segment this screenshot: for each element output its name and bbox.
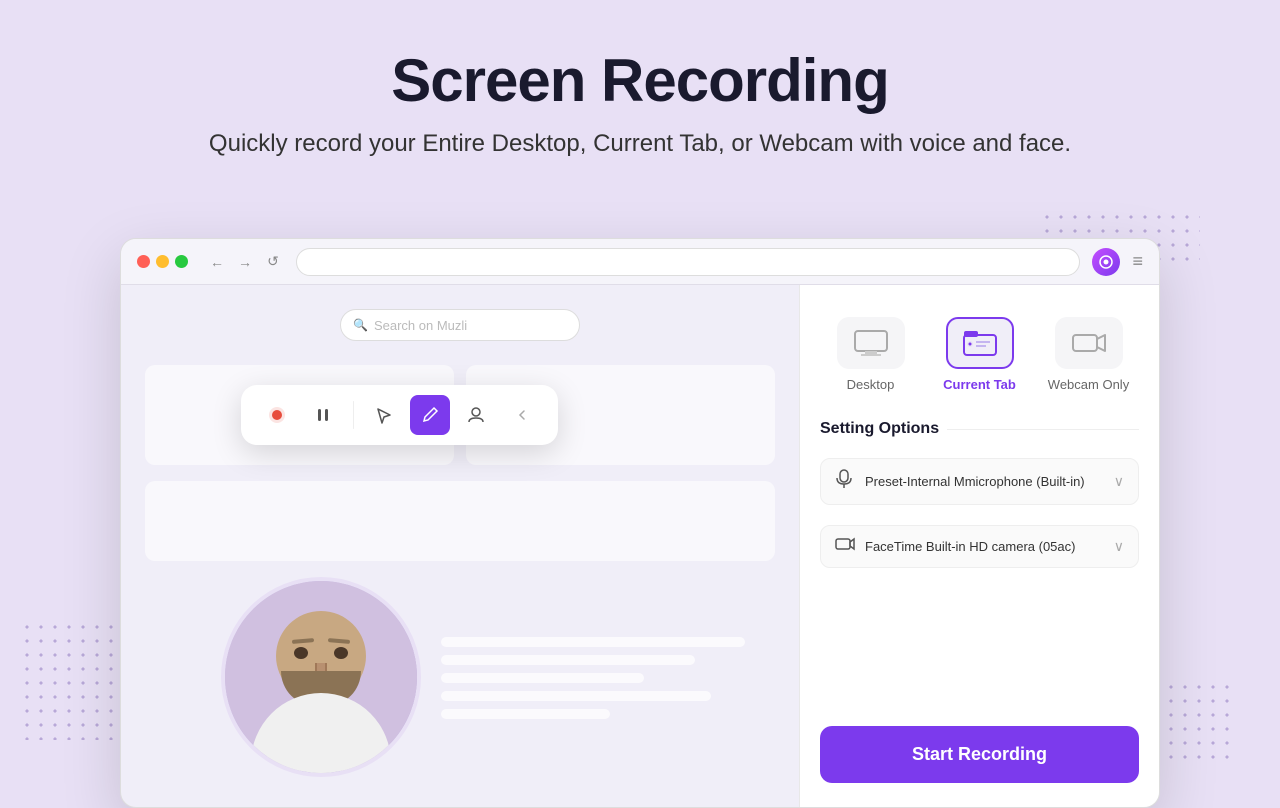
- camera-label: FaceTime Built-in HD camera (05ac): [865, 539, 1104, 554]
- current-tab-icon-wrap: [946, 317, 1014, 369]
- line-2: [441, 655, 695, 665]
- back-button[interactable]: ←: [206, 251, 228, 273]
- content-lines: [441, 637, 779, 727]
- dots-decoration-right: [1150, 680, 1230, 760]
- camera-setting[interactable]: FaceTime Built-in HD camera (05ac) ∨: [820, 525, 1139, 568]
- person-avatar: [225, 581, 417, 773]
- webcam-icon-wrap: [1055, 317, 1123, 369]
- page-subtitle: Quickly record your Entire Desktop, Curr…: [100, 126, 1180, 162]
- menu-button[interactable]: ≡: [1132, 251, 1143, 272]
- microphone-icon: [835, 469, 855, 494]
- current-tab-label: Current Tab: [943, 377, 1016, 392]
- settings-title-text: Setting Options: [820, 420, 939, 438]
- traffic-lights: [137, 255, 188, 268]
- pen-tool-button[interactable]: [410, 395, 450, 435]
- line-4: [441, 691, 711, 701]
- settings-divider: [947, 429, 1139, 430]
- webcam-only-label: Webcam Only: [1048, 377, 1129, 392]
- page-title: Screen Recording: [100, 48, 1180, 114]
- toolbar-collapse-button[interactable]: [502, 395, 542, 435]
- browser-content: 🔍 Search on Muzli: [121, 285, 1159, 807]
- record-button[interactable]: [257, 395, 297, 435]
- content-block-wide: [145, 481, 775, 561]
- webcam-icon: [1071, 329, 1107, 357]
- start-recording-button[interactable]: Start Recording: [820, 726, 1139, 783]
- forward-button[interactable]: →: [234, 251, 256, 273]
- close-button[interactable]: [137, 255, 150, 268]
- header-section: Screen Recording Quickly record your Ent…: [0, 0, 1280, 192]
- settings-section: Setting Options: [820, 420, 1139, 438]
- search-placeholder: Search on Muzli: [374, 318, 467, 333]
- mode-desktop[interactable]: Desktop: [820, 309, 921, 400]
- person-body: [251, 693, 391, 773]
- camera-chevron-icon: ∨: [1114, 538, 1124, 555]
- microphone-label: Preset-Internal Mmicrophone (Built-in): [865, 474, 1104, 489]
- mode-selector: Desktop Current Tab: [820, 309, 1139, 400]
- line-5: [441, 709, 610, 719]
- desktop-icon-wrap: [837, 317, 905, 369]
- maximize-button[interactable]: [175, 255, 188, 268]
- nav-buttons: ← → ↺: [206, 251, 284, 273]
- address-bar[interactable]: [296, 248, 1080, 276]
- pause-button[interactable]: [303, 395, 343, 435]
- camera-icon: [835, 536, 855, 557]
- refresh-button[interactable]: ↺: [262, 251, 284, 273]
- browser-window: ← → ↺ ≡ 🔍 Search on Muzli: [120, 238, 1160, 808]
- microphone-setting[interactable]: Preset-Internal Mmicrophone (Built-in) ∨: [820, 458, 1139, 505]
- recording-toolbar: [241, 385, 558, 445]
- mode-webcam-only[interactable]: Webcam Only: [1038, 309, 1139, 400]
- settings-title: Setting Options: [820, 420, 1139, 438]
- microphone-chevron-icon: ∨: [1114, 473, 1124, 490]
- recording-panel: Desktop Current Tab: [799, 285, 1159, 807]
- line-3: [441, 673, 644, 683]
- desktop-label: Desktop: [847, 377, 895, 392]
- browser-chrome: ← → ↺ ≡: [121, 239, 1159, 285]
- current-tab-icon: [962, 329, 998, 357]
- line-1: [441, 637, 745, 647]
- user-tool-button[interactable]: [456, 395, 496, 435]
- dots-decoration-left: [20, 620, 120, 740]
- search-icon: 🔍: [353, 318, 368, 332]
- webcam-preview: [221, 577, 421, 777]
- toolbar-divider: [353, 401, 354, 429]
- arrow-tool-button[interactable]: [364, 395, 404, 435]
- mode-current-tab[interactable]: Current Tab: [929, 309, 1030, 400]
- page-preview: 🔍 Search on Muzli: [121, 285, 799, 807]
- search-bar[interactable]: 🔍 Search on Muzli: [340, 309, 580, 341]
- minimize-button[interactable]: [156, 255, 169, 268]
- desktop-icon: [853, 329, 889, 357]
- browser-extension-icon[interactable]: [1092, 248, 1120, 276]
